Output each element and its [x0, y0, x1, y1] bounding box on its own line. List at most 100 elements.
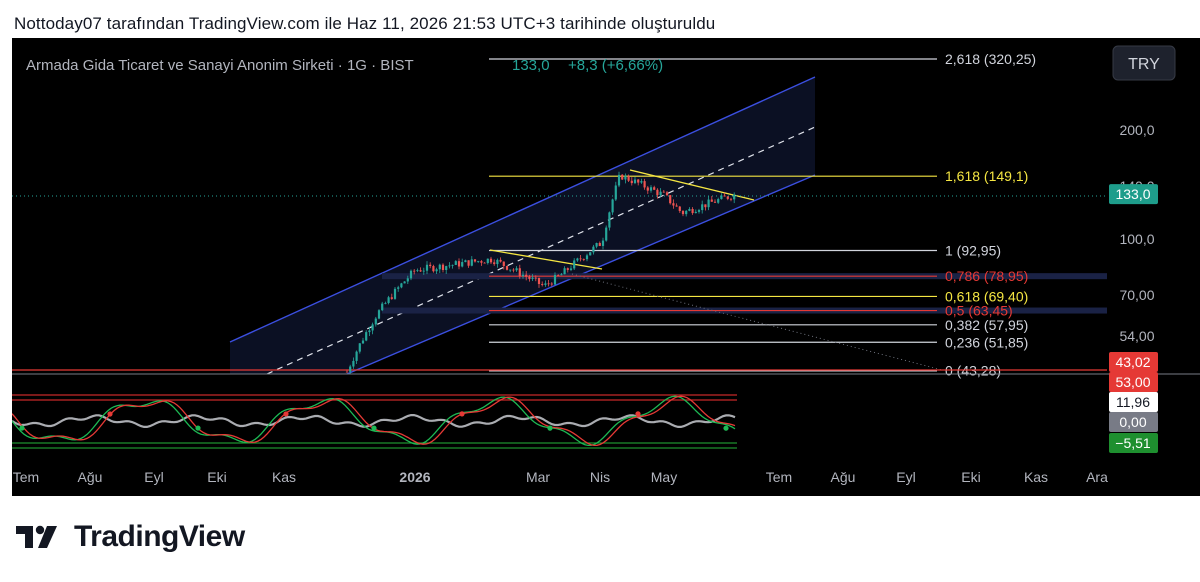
time-tick: Ağu: [78, 469, 103, 485]
candle-body: [630, 180, 633, 184]
candle-body: [537, 277, 541, 284]
candle-body: [659, 191, 662, 196]
candle-body: [528, 276, 531, 279]
candle-body: [496, 259, 499, 265]
candle-body: [726, 196, 729, 199]
candle-body: [621, 174, 624, 180]
candle-body: [413, 270, 416, 272]
candle-body: [576, 258, 579, 261]
price-tick: 54,00: [1119, 328, 1154, 344]
candle-body: [598, 243, 601, 246]
candle-body: [713, 201, 717, 203]
candle-body: [624, 175, 627, 180]
tradingview-logo-icon: [16, 525, 57, 548]
candle-body: [688, 208, 691, 211]
candle-body: [605, 227, 608, 241]
candle-body: [432, 266, 435, 272]
candle-body: [397, 287, 400, 289]
osc-cross-dot: [635, 411, 641, 417]
osc-cross-dot: [195, 425, 201, 431]
candle-body: [627, 175, 630, 181]
time-tick: Tem: [13, 469, 39, 485]
candle-body: [633, 179, 637, 184]
candle-body: [419, 270, 422, 272]
candle-body: [361, 340, 365, 344]
fib-label: 0,382 (57,95): [945, 317, 1028, 333]
candle-body: [345, 371, 349, 373]
candle-body: [563, 268, 566, 275]
currency-button[interactable]: TRY: [1112, 45, 1176, 81]
candle-body: [473, 259, 477, 262]
fib-label: 2,618 (320,25): [945, 51, 1036, 67]
osc-cross-dot: [107, 411, 113, 417]
candle-body: [656, 189, 659, 196]
candle-body: [377, 310, 381, 319]
osc-value-label: 11,96: [1116, 394, 1150, 410]
symbol-legend: Armada Gida Ticaret ve Sanayi Anonim Sir…: [26, 57, 414, 74]
channel-fill: [230, 77, 815, 374]
candle-body: [653, 187, 656, 190]
candle-body: [429, 264, 432, 267]
candle-body: [467, 260, 470, 266]
candle-body: [675, 205, 678, 207]
price-tick: 100,0: [1119, 231, 1154, 247]
fib-label: 0 (43,28): [945, 363, 1001, 379]
candle-body: [589, 252, 592, 256]
price-tick: 200,0: [1119, 122, 1154, 138]
current-price-label: 133,0: [1115, 186, 1150, 202]
candle-body: [573, 260, 576, 269]
chart-panel[interactable]: 2,618 (320,25) 1,618 (149,1) 1 (92,95) 0,78…: [12, 38, 1200, 496]
candle-body: [733, 194, 736, 200]
candle-body: [566, 268, 569, 270]
candle-body: [637, 179, 640, 183]
fib-label: 1 (92,95): [945, 242, 1001, 258]
candle-body: [435, 269, 438, 272]
candle-body: [403, 281, 406, 284]
candle-body: [697, 210, 701, 212]
candle-body: [640, 181, 643, 183]
candle-body: [547, 283, 550, 285]
candle-body: [489, 258, 493, 263]
candle-body: [368, 330, 371, 333]
tradingview-footer: TradingView: [16, 520, 245, 554]
candle-body: [720, 195, 723, 200]
osc-cross-dot: [459, 411, 465, 417]
candle-body: [669, 195, 672, 204]
candle-body: [585, 255, 589, 260]
candle-body: [611, 199, 614, 213]
candle-body: [384, 302, 387, 304]
candle-body: [515, 268, 518, 271]
candle-body: [678, 206, 681, 212]
candle-body: [691, 208, 694, 214]
candle-body: [541, 283, 544, 285]
osc-cross-dot: [371, 425, 377, 431]
price-tick: 70,00: [1119, 287, 1154, 303]
candle-body: [406, 278, 409, 282]
candle-body: [525, 274, 528, 277]
fib-label: 0,786 (78,95): [945, 268, 1028, 284]
candle-body: [710, 199, 713, 202]
candle-body: [381, 303, 384, 311]
projection-line: [571, 273, 943, 371]
candle-body: [534, 277, 537, 279]
candle-body: [355, 351, 358, 361]
candle-body: [393, 288, 397, 299]
osc-cross-dot: [723, 425, 729, 431]
candle-body: [672, 203, 675, 206]
candle-body: [707, 199, 710, 208]
price-chart[interactable]: 2,618 (320,25) 1,618 (149,1) 1 (92,95) 0,78…: [12, 38, 1200, 496]
candle-body: [390, 297, 393, 299]
candle-body: [438, 264, 441, 270]
candle-body: [617, 174, 621, 186]
legend-change: +8,3 (+6,66%): [568, 57, 663, 74]
candle-body: [374, 318, 377, 325]
candle-body: [457, 261, 461, 267]
tradingview-wordmark: TradingView: [74, 520, 245, 553]
candle-body: [694, 211, 697, 214]
candle-body: [409, 270, 413, 279]
candle-body: [486, 258, 489, 264]
time-tick: May: [651, 469, 677, 485]
candle-body: [544, 283, 547, 285]
candle-body: [557, 274, 560, 276]
fib-label: 0,236 (51,85): [945, 334, 1028, 350]
